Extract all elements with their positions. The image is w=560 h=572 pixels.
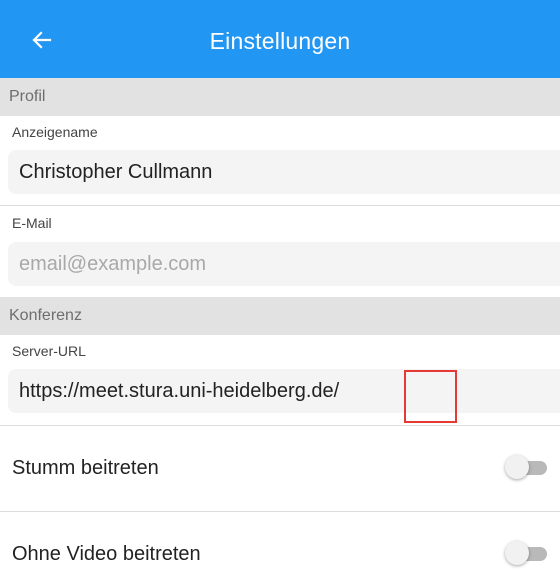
join-without-video-toggle[interactable] [505, 540, 551, 566]
divider [0, 425, 560, 426]
section-header-conference: Konferenz [0, 297, 560, 335]
email-input[interactable] [8, 242, 560, 286]
page-title: Einstellungen [209, 28, 351, 54]
toggle-thumb [505, 541, 529, 565]
server-url-input[interactable] [8, 369, 560, 413]
divider [0, 511, 560, 512]
section-header-profile: Profil [0, 78, 560, 116]
join-without-video-label: Ohne Video beitreten [12, 543, 201, 565]
toggle-thumb [505, 455, 529, 479]
display-name-label: Anzeigename [12, 124, 98, 140]
display-name-input[interactable] [8, 150, 560, 194]
app-bar: Einstellungen [0, 0, 560, 78]
divider [0, 205, 560, 206]
mute-on-join-toggle[interactable] [505, 454, 551, 480]
email-label: E-Mail [12, 215, 52, 231]
mute-on-join-label: Stumm beitreten [12, 457, 159, 479]
settings-screen: Einstellungen Profil Anzeigename E-Mail … [0, 0, 560, 572]
server-url-label: Server-URL [12, 343, 86, 359]
